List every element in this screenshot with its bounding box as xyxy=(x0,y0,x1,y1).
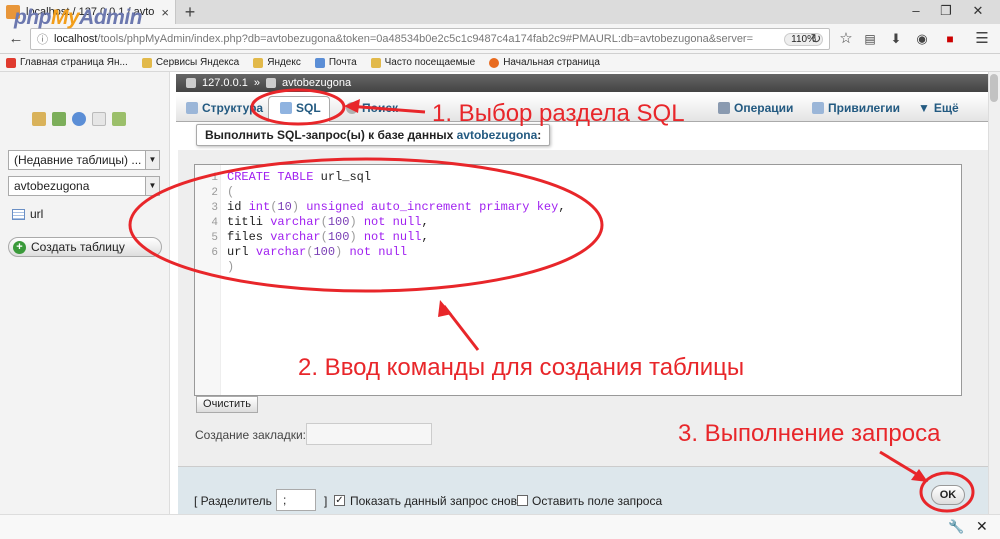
tab-search[interactable]: Поиск xyxy=(346,101,398,115)
annotation-step2: 2. Ввод команды для создания таблицы xyxy=(298,354,745,381)
keep-query-label: Оставить поле запроса xyxy=(532,494,663,508)
sidebar-table-url[interactable]: url xyxy=(12,207,43,221)
downloads-icon[interactable]: ⬇ xyxy=(886,29,906,49)
delimiter-bracket: ] xyxy=(324,494,328,508)
code-line: files varchar(100) not null, xyxy=(227,230,429,244)
recent-tables-select[interactable]: (Недавние таблицы) ... ▼ xyxy=(8,150,160,170)
line-number: 6 xyxy=(211,247,218,259)
breadcrumb-server[interactable]: 127.0.0.1 xyxy=(202,77,248,89)
create-table-button[interactable]: + Создать таблицу xyxy=(8,237,162,257)
ublock-icon[interactable]: ■ xyxy=(940,29,960,49)
keep-query-checkbox[interactable] xyxy=(517,495,528,506)
search-icon xyxy=(346,102,358,114)
show-query-checkbox[interactable]: ✓ xyxy=(334,495,345,506)
annotation-step1: 1. Выбор раздела SQL xyxy=(432,100,685,127)
bookmark-item[interactable]: Сервисы Яндекса xyxy=(141,57,239,68)
settings-icon[interactable] xyxy=(112,112,126,126)
mail-icon xyxy=(314,57,325,68)
help-icon[interactable] xyxy=(72,112,86,126)
menu-hamburger-icon[interactable]: ☰ xyxy=(972,29,992,49)
chevron-down-icon: ▼ xyxy=(145,177,159,195)
browser-tab-strip: localhost / 127.0.0.1 / avtobe × + – ❐ ✕ xyxy=(0,0,1000,24)
tab-structure[interactable]: Структура xyxy=(186,101,263,115)
page-scrollbar[interactable] xyxy=(988,72,1000,514)
chevron-down-icon: ▼ xyxy=(145,151,159,169)
breadcrumb-database[interactable]: avtobezugona xyxy=(282,77,351,89)
phpmyadmin-logo[interactable]: phpMyAdmin xyxy=(14,6,142,30)
line-number: 5 xyxy=(211,232,218,244)
logout-icon[interactable] xyxy=(52,112,66,126)
delimiter-label: [ Разделитель xyxy=(194,494,272,508)
structure-icon xyxy=(186,102,198,114)
annotation-step3: 3. Выполнение запроса xyxy=(678,420,941,447)
sidebar-quick-icons xyxy=(32,112,126,126)
clear-button[interactable]: Очистить xyxy=(196,396,258,413)
browser-nav-bar: ← ⓘ localhost/tools/phpMyAdmin/index.php… xyxy=(0,24,1000,54)
tab-close-icon[interactable]: × xyxy=(161,5,169,20)
tab-more[interactable]: ▼ Ещё xyxy=(918,101,959,115)
code-line: CREATE TABLE url_sql xyxy=(227,170,372,184)
tab-operations[interactable]: Операции xyxy=(718,101,793,115)
bookmarks-toolbar: Главная страница Ян... Сервисы Яндекса Я… xyxy=(0,54,1000,72)
bookmark-item[interactable]: Начальная страница xyxy=(489,57,600,68)
breadcrumb-separator: » xyxy=(253,77,260,89)
folder-icon xyxy=(370,57,381,68)
database-icon xyxy=(266,78,276,88)
bookmark-input[interactable] xyxy=(306,423,432,445)
pocket-icon[interactable]: ◉ xyxy=(912,29,932,49)
table-icon xyxy=(12,208,25,220)
code-line: ( xyxy=(227,185,235,199)
bookmark-item[interactable]: Почта xyxy=(314,57,357,68)
chevron-down-icon: ▼ xyxy=(918,101,930,115)
line-number: 2 xyxy=(211,187,218,199)
folder-icon xyxy=(253,57,264,68)
bookmark-item[interactable]: Часто посещаемые xyxy=(370,57,475,68)
wrench-icon[interactable]: 🔧 xyxy=(948,519,964,535)
delimiter-input[interactable]: ; xyxy=(276,489,316,511)
code-line: titli varchar(100) not null, xyxy=(227,215,429,229)
bookmark-item[interactable]: Яндекс xyxy=(253,57,301,68)
wrench-icon xyxy=(718,102,730,114)
reading-list-icon[interactable]: ▤ xyxy=(860,29,880,49)
close-window-button[interactable]: ✕ xyxy=(964,2,992,20)
line-number-gutter xyxy=(195,165,221,395)
database-select[interactable]: avtobezugona ▼ xyxy=(8,176,160,196)
close-icon[interactable]: ✕ xyxy=(976,518,988,535)
bookmark-label: Создание закладки: xyxy=(195,428,306,442)
url-host: localhost xyxy=(54,33,98,45)
line-number: 1 xyxy=(211,172,218,184)
back-arrow-icon[interactable]: ← xyxy=(6,29,26,49)
ok-button[interactable]: OK xyxy=(931,485,965,505)
line-number: 4 xyxy=(211,217,218,229)
navigation-sidebar xyxy=(0,72,170,514)
bookmark-star-icon[interactable]: ☆ xyxy=(836,29,856,49)
reload-icon[interactable]: ↻ xyxy=(806,29,826,49)
bookmark-item[interactable]: Главная страница Ян... xyxy=(6,57,128,68)
info-icon[interactable]: ⓘ xyxy=(37,31,48,47)
breadcrumb: 127.0.0.1 » avtobezugona xyxy=(176,74,988,92)
tab-sql[interactable]: SQL xyxy=(280,101,321,115)
server-icon xyxy=(186,78,196,88)
restore-button[interactable]: ❐ xyxy=(932,2,960,20)
line-number: 3 xyxy=(211,202,218,214)
show-query-label: Показать данный запрос снова xyxy=(350,494,524,508)
folder-icon xyxy=(141,57,152,68)
code-line: url varchar(100) not null xyxy=(227,245,408,259)
code-line: ) xyxy=(227,260,235,274)
browser-status-bar: 🔧 ✕ xyxy=(0,514,1000,539)
minimize-button[interactable]: – xyxy=(902,2,930,20)
address-bar[interactable]: ⓘ localhost/tools/phpMyAdmin/index.php?d… xyxy=(30,28,830,50)
sql-icon xyxy=(280,102,292,114)
new-tab-button[interactable]: + xyxy=(180,2,200,22)
url-path: /tools/phpMyAdmin/index.php?db=avtobezug… xyxy=(97,33,754,45)
privileges-icon xyxy=(812,102,824,114)
tab-privileges[interactable]: Привилегии xyxy=(812,101,900,115)
docs-icon[interactable] xyxy=(92,112,106,126)
firefox-icon xyxy=(489,57,500,68)
scrollbar-thumb[interactable] xyxy=(990,74,998,102)
plus-icon: + xyxy=(13,240,26,254)
home-icon[interactable] xyxy=(32,112,46,126)
code-line: id int(10) unsigned auto_increment prima… xyxy=(227,200,566,214)
yandex-icon xyxy=(6,57,16,68)
